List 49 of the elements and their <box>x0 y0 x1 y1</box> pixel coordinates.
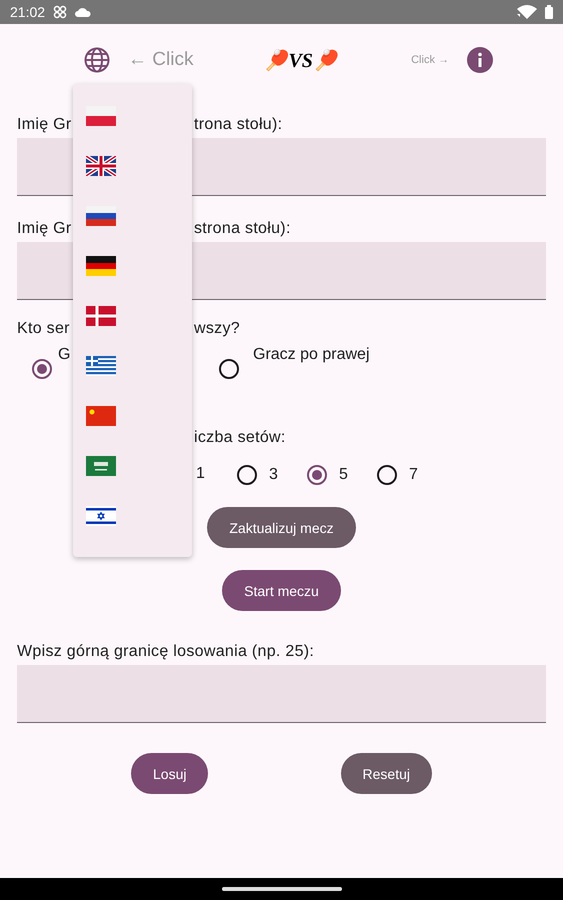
flag-icon <box>86 506 116 526</box>
radio-label: 3 <box>269 466 278 484</box>
question-label: Kto ser <box>17 320 70 338</box>
field-label: Imię Gr <box>17 116 72 134</box>
language-option[interactable] <box>86 256 116 276</box>
draw-button[interactable]: Losuj <box>131 753 208 794</box>
flag-icon <box>86 456 116 476</box>
battery-icon <box>545 5 553 19</box>
flag-icon <box>86 406 116 426</box>
radio-label: 7 <box>409 466 418 484</box>
radio-label: Gracz po prawej <box>253 346 370 364</box>
home-handle[interactable] <box>222 887 342 891</box>
number-field[interactable] <box>17 665 546 723</box>
language-option[interactable] <box>86 156 116 176</box>
update-button[interactable]: Zaktualizuj mecz <box>207 507 356 548</box>
start-button[interactable]: Start meczu <box>222 570 341 611</box>
reset-button[interactable]: Resetuj <box>340 753 432 794</box>
sets-label: iczba setów: <box>194 429 286 447</box>
field-label: strona stołu): <box>194 220 291 238</box>
radio-label: G <box>58 346 70 364</box>
app-title: 🏓VS🏓 <box>263 48 338 72</box>
radio-button[interactable] <box>307 465 327 485</box>
flag-icon <box>86 156 116 176</box>
flag-icon <box>86 206 116 226</box>
field-label: trona stołu): <box>194 116 282 134</box>
info-icon[interactable] <box>467 47 493 73</box>
flag-icon <box>86 306 116 326</box>
clock: 21:02 <box>10 4 46 20</box>
language-option[interactable] <box>86 356 116 376</box>
radio-button[interactable] <box>219 359 239 379</box>
click-hint: ← Click <box>128 49 194 71</box>
radio-button[interactable] <box>237 465 257 485</box>
question-label: wszy? <box>194 320 240 338</box>
radio-label: 5 <box>339 466 348 484</box>
cloud-icon <box>75 7 92 17</box>
radio-label: 1 <box>196 465 205 483</box>
radio-button[interactable] <box>32 359 52 379</box>
flag-icon <box>86 256 116 276</box>
flag-icon <box>86 106 116 126</box>
field-label: Wpisz górną granicę losowania (np. 25): <box>17 643 314 661</box>
language-option[interactable] <box>86 506 116 526</box>
globe-icon[interactable] <box>84 47 110 73</box>
radio-button[interactable] <box>377 465 397 485</box>
click-hint: Click → <box>411 54 449 66</box>
language-option[interactable] <box>86 206 116 226</box>
flag-icon <box>86 356 116 376</box>
wifi-icon <box>517 5 537 19</box>
fan-icon <box>53 5 68 19</box>
field-label: Imię Gr <box>17 220 72 238</box>
